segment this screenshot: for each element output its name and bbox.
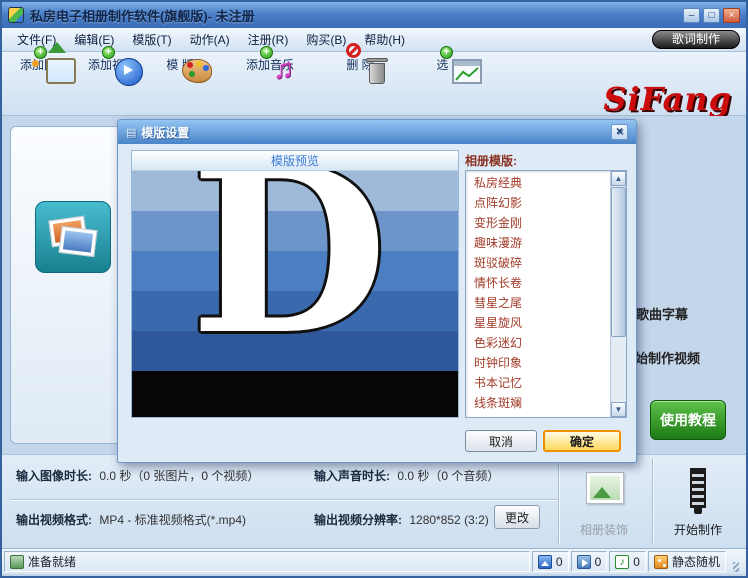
video-count-icon xyxy=(576,554,591,569)
menu-edit[interactable]: 编辑(E) xyxy=(65,28,123,51)
menu-help[interactable]: 帮助(H) xyxy=(355,28,414,51)
template-item[interactable]: 彗星之尾 xyxy=(466,293,610,313)
audio-duration-label: 输入声音时长: xyxy=(314,469,390,483)
dialog-close-icon[interactable]: × xyxy=(611,124,628,140)
zipper-icon xyxy=(690,468,706,508)
status-ready-cell: 准备就绪 xyxy=(4,551,530,572)
status-image-count: 0 xyxy=(531,551,569,572)
status-music-count: ♪ 0 xyxy=(609,551,646,572)
template-item[interactable]: 情怀长卷 xyxy=(466,273,610,293)
template-item[interactable]: 趣味漫游 xyxy=(466,233,610,253)
album-decor-button[interactable]: 相册装饰 xyxy=(562,460,646,544)
format-label: 输出视频格式: xyxy=(16,513,92,527)
dialog-icon: ▤ xyxy=(126,126,137,139)
add-image-button[interactable]: + 添加图片 xyxy=(10,42,78,84)
template-item[interactable]: 线条斑斓 xyxy=(466,393,610,413)
resolution-value: 1280*852 (3:2) xyxy=(409,513,489,527)
preview-image: D xyxy=(132,171,458,417)
app-icon xyxy=(8,7,24,23)
dialog-title: 模版设置 xyxy=(141,125,190,140)
tutorial-button[interactable]: 使用教程 xyxy=(650,400,726,440)
template-settings-dialog: ▤ 模版设置 × 模版预览 D 相册模版: 私房经典 点阵幻影 变形金刚 趣味漫… xyxy=(117,119,637,463)
divider xyxy=(558,459,560,544)
preview-header: 模版预览 xyxy=(132,151,458,171)
status-bar: 准备就绪 0 0 ♪ 0 静态随机 xyxy=(2,548,746,574)
template-item[interactable]: 变形金刚 xyxy=(466,213,610,233)
audio-duration-value: 0.0 秒（0 个音频） xyxy=(397,469,500,483)
cancel-button[interactable]: 取消 xyxy=(465,430,537,452)
menu-template[interactable]: 模版(T) xyxy=(123,28,180,51)
scrollbar[interactable]: ▲ ▼ xyxy=(610,171,626,417)
options-button[interactable]: + 选 项 xyxy=(416,46,484,84)
menu-action[interactable]: 动作(A) xyxy=(181,28,239,51)
template-item[interactable]: 色彩迷幻 xyxy=(466,333,610,353)
status-mode-cell: 静态随机 xyxy=(647,551,726,572)
lyrics-make-button[interactable]: 歌词制作 xyxy=(652,30,740,49)
zipper-pull-icon xyxy=(694,506,702,514)
resize-grip[interactable] xyxy=(728,551,744,572)
song-caption-label: 歌曲字幕 xyxy=(636,307,689,322)
resolution-label: 输出视频分辨率: xyxy=(314,513,402,527)
info-bar: 输入图像时长: 0.0 秒（0 张图片，0 个视频） 输入声音时长: 0.0 秒… xyxy=(2,454,746,548)
template-list-label: 相册模版: xyxy=(465,154,517,168)
dialog-titlebar[interactable]: ▤ 模版设置 × xyxy=(118,120,636,144)
maximize-button[interactable]: □ xyxy=(703,7,720,23)
app-window: 私房电子相册制作软件(旗舰版)- 未注册 – □ × 文件(F) 编辑(E) 模… xyxy=(0,0,748,578)
template-listbox[interactable]: 私房经典 点阵幻影 变形金刚 趣味漫游 斑驳破碎 情怀长卷 彗星之尾 星星旋风 … xyxy=(465,170,627,418)
format-value: MP4 - 标准视频格式(*.mp4) xyxy=(99,513,247,527)
template-item[interactable]: 星星旋风 xyxy=(466,313,610,333)
image-duration-value: 0.0 秒（0 张图片，0 个视频） xyxy=(99,469,260,483)
close-button[interactable]: × xyxy=(723,7,740,23)
window-titlebar[interactable]: 私房电子相册制作软件(旗舰版)- 未注册 – □ × xyxy=(2,2,746,28)
add-music-button[interactable]: ♫ + 添加音乐 xyxy=(236,46,304,84)
window-title: 私房电子相册制作软件(旗舰版)- 未注册 xyxy=(30,8,255,24)
photo-stack-icon xyxy=(35,201,111,273)
info-separator xyxy=(10,499,560,501)
template-item[interactable]: 点阵幻影 xyxy=(466,193,610,213)
divider xyxy=(652,459,654,544)
preview-letter: D xyxy=(190,171,388,385)
status-ready-icon xyxy=(10,554,24,569)
template-item[interactable]: 私房经典 xyxy=(466,173,610,193)
image-count-icon xyxy=(537,554,552,569)
sifang-logo: SiFang xyxy=(603,80,732,118)
add-video-button[interactable]: + 添加视频 xyxy=(78,46,146,86)
template-button[interactable]: 模 版 xyxy=(146,56,214,83)
status-video-count: 0 xyxy=(570,551,608,572)
status-ready-text: 准备就绪 xyxy=(28,555,77,569)
change-resolution-button[interactable]: 更改 xyxy=(494,505,540,529)
album-decor-icon xyxy=(586,472,624,504)
scroll-thumb[interactable] xyxy=(611,187,626,337)
template-item[interactable]: 斑驳破碎 xyxy=(466,253,610,273)
ok-button[interactable]: 确定 xyxy=(543,430,621,452)
start-make-button[interactable]: 开始制作 xyxy=(656,460,740,544)
template-item[interactable]: 书本记忆 xyxy=(466,373,610,393)
scroll-up-icon[interactable]: ▲ xyxy=(611,171,626,186)
delete-button[interactable]: 删 除 xyxy=(326,43,394,84)
scroll-down-icon[interactable]: ▼ xyxy=(611,402,626,417)
minimize-button[interactable]: – xyxy=(683,7,700,23)
template-item[interactable]: 时钟印象 xyxy=(466,353,610,373)
random-mode-icon xyxy=(653,554,668,569)
image-duration-label: 输入图像时长: xyxy=(16,469,92,483)
template-preview-panel: 模版预览 D xyxy=(131,150,459,418)
music-count-icon: ♪ xyxy=(615,554,630,569)
